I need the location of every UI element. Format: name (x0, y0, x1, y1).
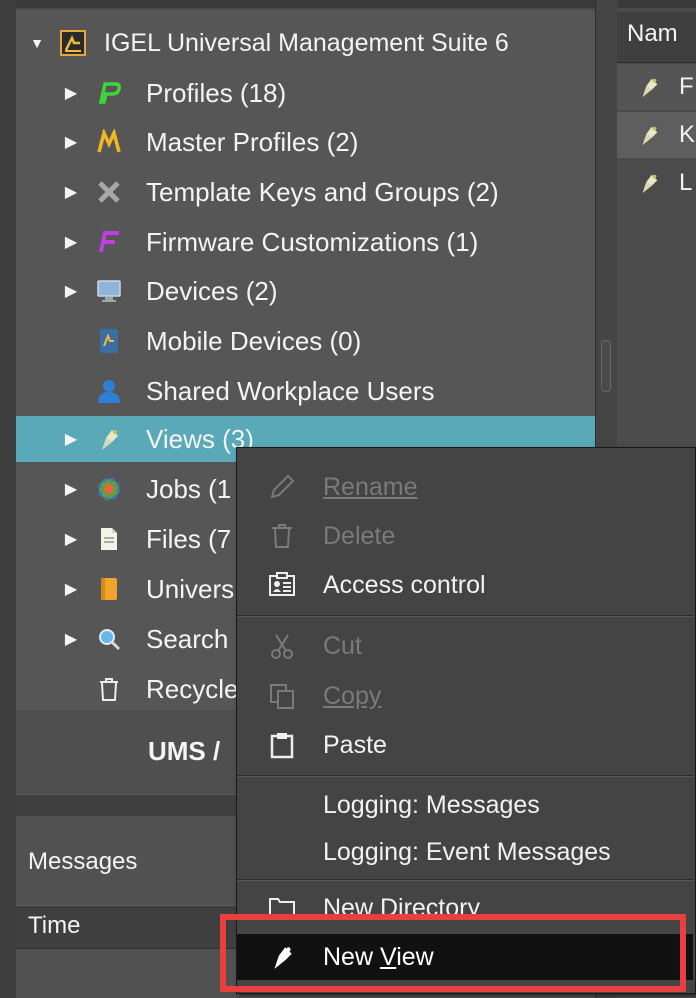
tree-item-shared-workplace-users[interactable]: Shared Workplace Users (16, 368, 595, 414)
collapsed-arrow-icon[interactable]: ▶ (62, 133, 80, 151)
universal-icon (96, 576, 122, 602)
tree-root-label: IGEL Universal Management Suite 6 (104, 28, 509, 57)
window-frame-left (0, 0, 16, 998)
tree-item-mobile-devices[interactable]: Mobile Devices (0) (16, 318, 595, 364)
view-name: K (679, 121, 696, 148)
files-icon (96, 526, 122, 552)
menu-item-paste[interactable]: Paste (237, 722, 693, 768)
profiles-icon (96, 80, 122, 106)
menu-item-delete[interactable]: Delete (237, 513, 693, 559)
menu-item-new-view[interactable]: New View (237, 934, 693, 980)
menu-item-cut[interactable]: Cut (237, 623, 693, 669)
mobile-devices-icon (96, 328, 122, 354)
menu-item-label: Access control (323, 570, 486, 599)
menu-item-label: Logging: Event Messages (323, 837, 611, 866)
copy-icon (267, 681, 297, 711)
view-name: L (679, 169, 693, 196)
tree-item-master-profiles[interactable]: ▶ Master Profiles (2) (16, 119, 595, 165)
tree-item-label: Search (146, 623, 229, 654)
view-icon (637, 123, 661, 147)
collapsed-arrow-icon[interactable]: ▶ (62, 480, 80, 498)
tree-item-label: Univers (146, 573, 235, 604)
scissors-icon (267, 631, 297, 661)
menu-item-label: Rename (323, 472, 418, 501)
name-column-header[interactable]: Nam (627, 20, 678, 48)
devices-icon (96, 278, 122, 304)
tree-item-label: Jobs (1 (146, 473, 232, 504)
recycle-bin-icon (96, 676, 122, 702)
menu-separator (237, 615, 693, 617)
menu-item-rename[interactable]: Rename (237, 464, 693, 510)
tree-root-row[interactable]: ▼ IGEL Universal Management Suite 6 (16, 20, 595, 66)
id-card-icon (267, 570, 297, 600)
menu-item-label: Copy (323, 681, 382, 710)
splitter-grip[interactable] (601, 340, 611, 392)
tree-item-label: Master Profiles (2) (146, 126, 359, 157)
menu-item-access-control[interactable]: Access control (237, 562, 693, 608)
messages-title: Messages (28, 848, 138, 875)
expanded-arrow-icon[interactable]: ▼ (28, 34, 46, 52)
collapsed-arrow-icon[interactable]: ▶ (62, 233, 80, 251)
igel-logo-icon (60, 30, 86, 56)
collapsed-arrow-icon[interactable]: ▶ (62, 430, 80, 448)
menu-item-label: New View (323, 942, 434, 971)
menu-separator (237, 879, 693, 881)
tree-item-label: Mobile Devices (0) (146, 325, 362, 356)
menu-item-new-directory[interactable]: New Directory (237, 886, 693, 920)
menu-item-label: Paste (323, 730, 387, 759)
tree-item-label: Profiles (18) (146, 77, 287, 108)
firmware-customizations-icon (96, 229, 122, 255)
tree-item-label: Template Keys and Groups (2) (146, 176, 499, 207)
menu-item-label: New Directory (323, 894, 480, 920)
tree-item-template-keys[interactable]: ▶ Template Keys and Groups (2) (16, 169, 595, 215)
clipboard-icon (267, 730, 297, 760)
views-icon (96, 426, 122, 452)
collapsed-arrow-icon[interactable]: ▶ (62, 282, 80, 300)
collapsed-arrow-icon[interactable]: ▶ (62, 84, 80, 102)
tree-item-label: Recycle (146, 673, 239, 704)
pencil-icon (267, 472, 297, 502)
menu-item-copy[interactable]: Copy (237, 673, 693, 719)
menu-separator (237, 775, 693, 777)
collapsed-arrow-icon[interactable]: ▶ (62, 183, 80, 201)
tree-item-label: Files (7 (146, 523, 232, 554)
tree-item-devices[interactable]: ▶ Devices (2) (16, 268, 595, 314)
menu-item-label: Cut (323, 631, 362, 660)
template-keys-icon (96, 179, 122, 205)
tree-item-firmware-customizations[interactable]: ▶ Firmware Customizations (1) (16, 219, 595, 265)
shared-workplace-users-icon (96, 378, 122, 404)
tree-item-label: Devices (2) (146, 275, 278, 306)
menu-item-logging-messages[interactable]: Logging: Messages (237, 782, 693, 828)
menu-item-label: Logging: Messages (323, 790, 540, 819)
time-column-header[interactable]: Time (28, 912, 80, 940)
menu-item-label: Delete (323, 521, 396, 550)
tree-item-profiles[interactable]: ▶ Profiles (18) (16, 70, 595, 116)
table-row[interactable]: K (617, 112, 696, 158)
jobs-icon (96, 476, 122, 502)
window-frame-top (0, 0, 696, 8)
ums-footer-label: UMS / (148, 736, 221, 766)
table-row[interactable]: F (617, 64, 696, 110)
collapsed-arrow-icon[interactable]: ▶ (62, 530, 80, 548)
view-icon (637, 171, 661, 195)
menu-item-logging-event-messages[interactable]: Logging: Event Messages (237, 829, 693, 875)
tree-item-label: Shared Workplace Users (146, 375, 435, 406)
master-profiles-icon (96, 129, 122, 155)
trash-icon (267, 521, 297, 551)
new-view-icon (267, 942, 297, 972)
tree-item-label: Firmware Customizations (1) (146, 226, 479, 257)
collapsed-arrow-icon[interactable]: ▶ (62, 580, 80, 598)
search-icon (96, 626, 122, 652)
view-name: F (679, 73, 694, 100)
view-icon (637, 75, 661, 99)
table-row[interactable]: L (617, 160, 696, 206)
folder-icon (267, 892, 297, 920)
collapsed-arrow-icon[interactable]: ▶ (62, 630, 80, 648)
